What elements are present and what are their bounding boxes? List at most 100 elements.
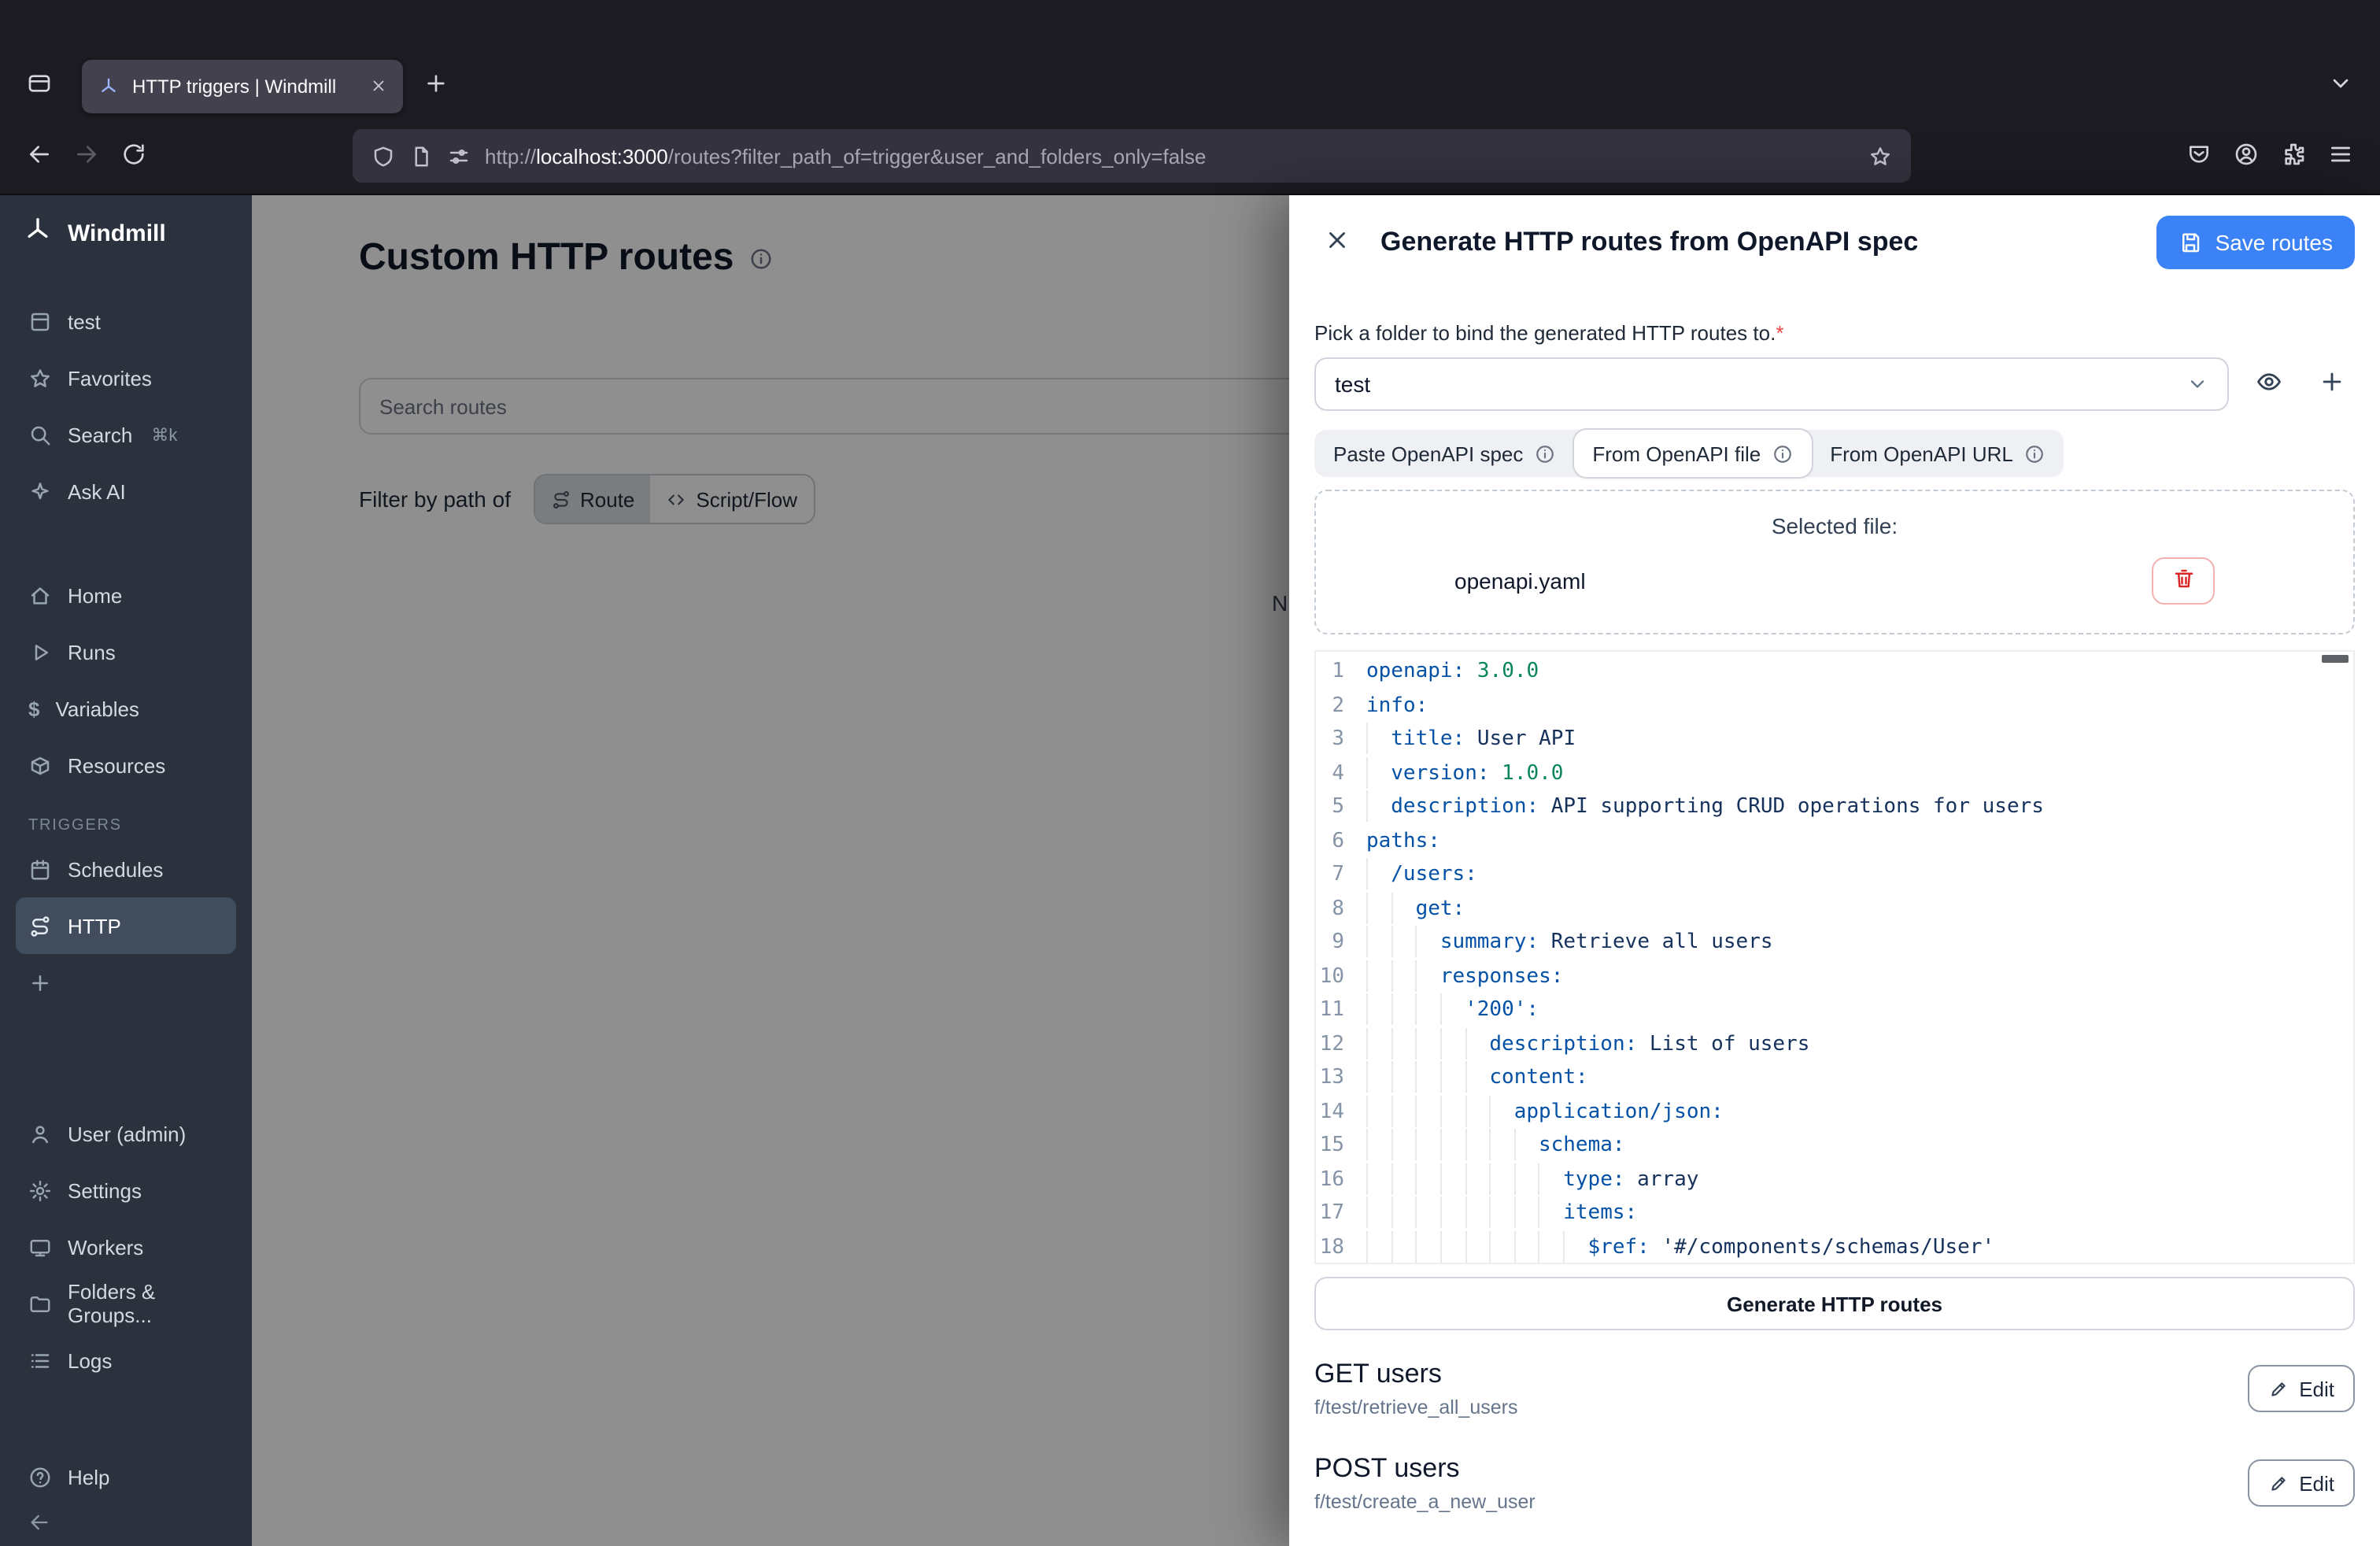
edit-label: Edit (2299, 1471, 2334, 1495)
sidebar-item-resources[interactable]: Resources (16, 737, 236, 793)
folder-select[interactable]: test (1314, 357, 2229, 411)
sidebar-collapse-button[interactable] (16, 1505, 236, 1546)
sidebar-item-test[interactable]: test (16, 293, 236, 350)
info-icon (1534, 443, 1554, 464)
tab-list-button[interactable] (2317, 62, 2364, 109)
sidebar-workspace-group: test Favorites Search⌘kAsk AI (16, 293, 236, 520)
sidebar-triggers-group: Schedules HTTP (16, 841, 236, 1011)
route-row: POST usersf/test/create_a_new_userEdit (1314, 1437, 2355, 1532)
sidebar-item-ask-ai[interactable]: Ask AI (16, 463, 236, 520)
line-number: 6 (1316, 824, 1366, 858)
generate-routes-button[interactable]: Generate HTTP routes (1314, 1277, 2355, 1330)
sidebar-item-help[interactable]: Help (16, 1448, 236, 1505)
sidebar-item-user-admin[interactable]: User (admin) (16, 1105, 236, 1162)
drawer-title: Generate HTTP routes from OpenAPI spec (1380, 227, 2135, 258)
sidebar-item-http[interactable]: HTTP (16, 897, 236, 954)
line-number: 7 (1316, 858, 1366, 892)
dollar-icon: $ (28, 697, 39, 720)
code-line: 6paths: (1316, 824, 2353, 858)
folder-label-text: Pick a folder to bind the generated HTTP… (1314, 321, 1776, 345)
pocket-button[interactable] (2175, 132, 2223, 179)
windmill-logo-icon (22, 214, 54, 252)
sidebar-item-folders-groups[interactable]: Folders & Groups... (16, 1275, 236, 1332)
permissions-icon[interactable] (447, 144, 471, 168)
sidebar-item-label: Workers (68, 1235, 143, 1259)
new-tab-button[interactable] (412, 62, 460, 109)
sidebar-item-search[interactable]: Search⌘k (16, 406, 236, 463)
selected-file-box: Selected file: openapi.yaml (1314, 490, 2355, 634)
view-folder-button[interactable] (2245, 361, 2292, 408)
sidebar-item-label: test (68, 309, 101, 333)
sidebar-item-workers[interactable]: Workers (16, 1219, 236, 1275)
code-lines: 1openapi: 3.0.02info:3title: User API4ve… (1316, 655, 2353, 1264)
sidebar-item-schedules[interactable]: Schedules (16, 841, 236, 897)
route-row: GET usersf/test/retrieve_all_usersEdit (1314, 1343, 2355, 1437)
spec-tab-from-openapi-file[interactable]: From OpenAPI file (1573, 430, 1811, 477)
line-number: 15 (1316, 1129, 1366, 1163)
app-logo[interactable]: Windmill (16, 195, 236, 271)
line-number: 4 (1316, 756, 1366, 790)
page-info-icon[interactable] (409, 144, 433, 168)
selected-file-row: openapi.yaml (1316, 557, 2353, 605)
home-icon (28, 583, 52, 607)
arrow-right-icon (74, 141, 99, 171)
forward-button[interactable] (63, 132, 110, 179)
sidebar-item-settings[interactable]: Settings (16, 1162, 236, 1219)
spec-tab-paste-openapi-spec[interactable]: Paste OpenAPI spec (1314, 430, 1573, 477)
sidebar-item-variables[interactable]: $Variables (16, 680, 236, 737)
sidebar-item-logs[interactable]: Logs (16, 1332, 236, 1389)
code-line: 17items: (1316, 1196, 2353, 1230)
required-mark: * (1776, 321, 1783, 345)
route-name: POST users (1314, 1453, 1536, 1485)
firefox-view-button[interactable] (16, 62, 63, 109)
close-drawer-button[interactable] (1314, 220, 1358, 264)
arrow-left-icon (28, 1511, 50, 1540)
edit-route-button[interactable]: Edit (2247, 1459, 2355, 1507)
extensions-button[interactable] (2270, 132, 2317, 179)
code-line: 2info: (1316, 689, 2353, 723)
back-button[interactable] (16, 132, 63, 179)
code-editor[interactable]: 1openapi: 3.0.02info:3title: User API4ve… (1314, 650, 2355, 1264)
edit-route-button[interactable]: Edit (2247, 1365, 2355, 1412)
route-path: f/test/retrieve_all_users (1314, 1396, 1517, 1418)
account-button[interactable] (2223, 132, 2270, 179)
sidebar-item-home[interactable]: Home (16, 567, 236, 623)
spec-source-tabs: Paste OpenAPI specFrom OpenAPI fileFrom … (1314, 430, 2064, 477)
reload-button[interactable] (110, 132, 157, 179)
sidebar-item-label: HTTP (68, 914, 121, 938)
plus-icon (423, 71, 449, 101)
code-line: 3title: User API (1316, 723, 2353, 756)
editor-scrollbar-thumb[interactable] (2322, 655, 2349, 663)
sidebar-item-add[interactable] (16, 954, 236, 1011)
spec-tab-from-openapi-url[interactable]: From OpenAPI URL (1811, 430, 2064, 477)
line-number: 16 (1316, 1163, 1366, 1196)
sidebar-item-label: Favorites (68, 366, 152, 390)
sparkles-icon (28, 479, 52, 503)
remove-file-button[interactable] (2152, 557, 2215, 605)
code-line: 9summary: Retrieve all users (1316, 926, 2353, 960)
sidebar-item-label: Resources (68, 753, 165, 777)
line-number: 9 (1316, 926, 1366, 960)
line-number: 5 (1316, 790, 1366, 824)
edit-label: Edit (2299, 1377, 2334, 1400)
sidebar-nav-group: HomeRuns$Variables Resources (16, 567, 236, 793)
save-routes-button[interactable]: Save routes (2157, 216, 2355, 269)
window-stack-icon (27, 71, 52, 101)
url-bar[interactable]: http://localhost:3000/routes?filter_path… (353, 129, 1911, 183)
sidebar-item-label: Search (68, 423, 132, 446)
add-folder-button[interactable] (2308, 361, 2355, 408)
menu-button[interactable] (2317, 132, 2364, 179)
sidebar-item-runs[interactable]: Runs (16, 623, 236, 680)
folder-field-label: Pick a folder to bind the generated HTTP… (1314, 321, 2355, 345)
shield-icon[interactable] (371, 144, 395, 168)
tab-close-icon[interactable] (370, 77, 387, 94)
code-line: 7/users: (1316, 858, 2353, 892)
code-line: 5description: API supporting CRUD operat… (1316, 790, 2353, 824)
bookmark-star-icon[interactable] (1868, 144, 1892, 168)
sidebar-item-favorites[interactable]: Favorites (16, 350, 236, 406)
code-line: 12description: List of users (1316, 1027, 2353, 1061)
line-number: 1 (1316, 655, 1366, 689)
line-number: 18 (1316, 1230, 1366, 1264)
browser-tab[interactable]: HTTP triggers | Windmill (82, 59, 403, 113)
line-number: 3 (1316, 723, 1366, 756)
